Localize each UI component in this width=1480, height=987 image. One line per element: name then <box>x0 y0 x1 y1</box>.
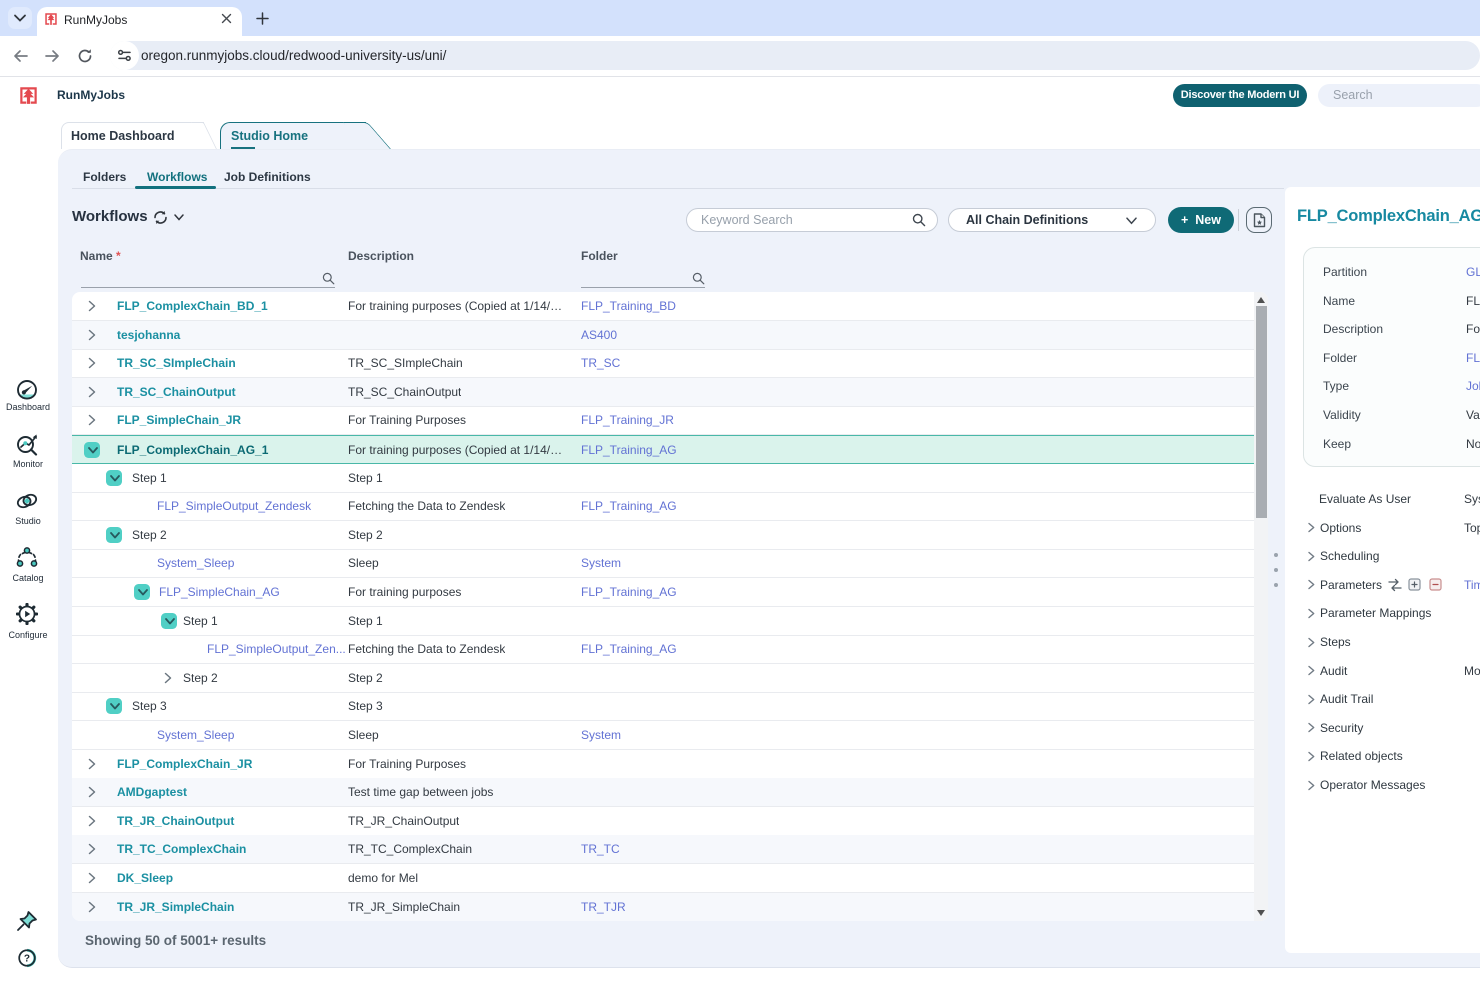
svg-text:?: ? <box>24 954 30 965</box>
